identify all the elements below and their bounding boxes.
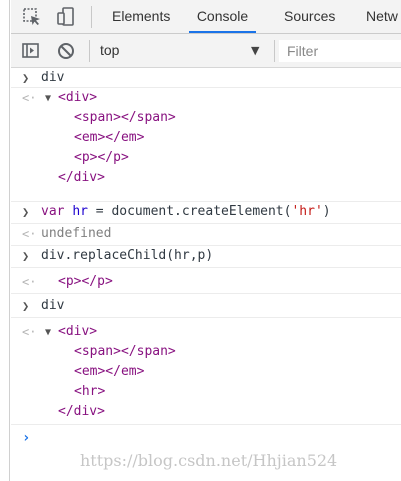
return-arrow-icon: <· [22,325,37,339]
console-input-text: var hr = document.createElement('hr') [41,202,331,222]
prompt-chevron-icon: ❯ [22,249,30,263]
console-input-text: div [41,298,65,313]
dropdown-arrow-icon[interactable]: ▼ [251,34,259,67]
watermark-text: https://blog.csdn.net/Hhjian524 [80,451,338,470]
expand-triangle-icon[interactable]: ▼ [45,89,51,109]
code-token: = document.createElement( [87,204,292,219]
console-input-row: ❯ div [11,294,401,318]
left-gutter [0,0,10,481]
inspect-element-icon[interactable] [21,6,43,28]
tab-console[interactable]: Console [189,0,256,33]
console-input-text: div.replaceChild(hr,p) [41,248,214,263]
dom-node[interactable]: <p></p> [58,272,113,292]
variable-token: hr [72,204,88,219]
dom-node[interactable]: <span></span> [74,108,176,128]
console-input-row: ❯ div [11,68,401,88]
dom-node[interactable]: <hr> [74,382,105,402]
clear-console-icon[interactable] [55,40,77,62]
console-result-row: <· ▼ <div> <span></span> <em></em> <p></… [11,88,401,202]
prompt-chevron-icon: ❯ [22,71,30,85]
context-selector[interactable]: top [100,34,119,67]
dom-node-open[interactable]: <div> [58,322,97,342]
device-toolbar-icon[interactable] [55,6,77,28]
toolbar-divider [89,40,90,62]
dom-node-close[interactable]: </div> [58,402,105,422]
return-arrow-icon: <· [22,227,37,241]
console-result-row: <· <p></p> [11,268,401,294]
console-output: ❯ div <· ▼ <div> <span></span> <em></em>… [11,68,401,481]
console-input-text: div [41,70,65,85]
prompt-chevron-icon: ❯ [22,299,30,313]
prompt-chevron-icon: ❯ [22,205,30,219]
filter-input[interactable] [279,40,401,62]
dom-node[interactable]: <p></p> [74,148,129,168]
console-result-row: <· undefined [11,224,401,246]
dom-node[interactable]: <em></em> [74,362,144,382]
string-token: 'hr' [291,204,323,219]
dom-node-close[interactable]: </div> [58,168,105,188]
console-input-row: ❯ var hr = document.createElement('hr') [11,202,401,224]
dom-node[interactable]: <em></em> [74,128,144,148]
tab-elements[interactable]: Elements [112,0,170,33]
return-arrow-icon: <· [22,91,37,105]
tab-network[interactable]: Netw [366,0,398,33]
tab-sources[interactable]: Sources [284,0,335,33]
dom-node-open[interactable]: <div> [58,88,97,108]
tabbar-divider [91,6,92,28]
toolbar-divider-2 [274,40,275,62]
return-arrow-icon: <· [22,275,37,289]
keyword-token: var [41,204,65,219]
devtools-panel: Elements Console Sources Netw top ▼ ❯ [11,0,401,481]
devtools-tabbar: Elements Console Sources Netw [11,0,401,34]
prompt-caret-icon: › [22,430,31,446]
result-value: undefined [41,226,112,241]
console-toolbar: top ▼ [11,34,401,68]
console-result-row: <· ▼ <div> <span></span> <em></em> <hr> … [11,318,401,425]
dom-node[interactable]: <span></span> [74,342,176,362]
console-prompt-row[interactable]: › [11,425,401,451]
code-token: ) [322,204,331,219]
toggle-sidebar-icon[interactable] [20,40,42,62]
console-input-row: ❯ div.replaceChild(hr,p) [11,246,401,268]
expand-triangle-icon[interactable]: ▼ [45,323,51,343]
